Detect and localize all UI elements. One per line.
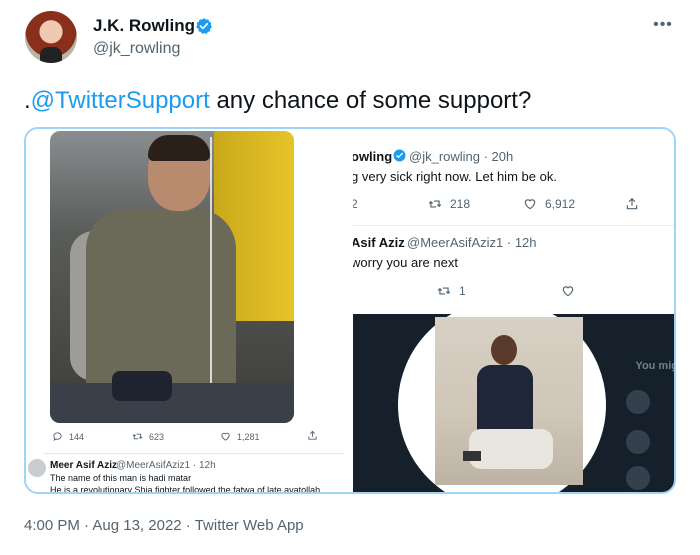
like-action: 1,281 bbox=[220, 431, 260, 442]
photo-hair bbox=[148, 135, 210, 161]
retweet-action: 218 bbox=[428, 197, 470, 211]
reply-text-line: He is a revolutionary Shia fighter follo… bbox=[50, 485, 321, 494]
sidebar-avatar bbox=[626, 430, 650, 454]
tweet-text: .@TwitterSupport any chance of some supp… bbox=[24, 86, 531, 116]
photo-jacket bbox=[477, 365, 533, 435]
profile-photo bbox=[435, 317, 583, 485]
reply-action: 144 bbox=[52, 431, 84, 442]
tweet-time[interactable]: 4:00 PM bbox=[24, 517, 80, 534]
tweet-body: any chance of some support? bbox=[209, 87, 532, 114]
mention-link[interactable]: @TwitterSupport bbox=[31, 87, 210, 114]
retweet-action: 623 bbox=[132, 431, 164, 442]
like-count: 6,912 bbox=[545, 197, 576, 211]
verified-badge-icon bbox=[393, 149, 406, 162]
tweet-source[interactable]: Twitter Web App bbox=[195, 517, 304, 534]
like-icon bbox=[562, 286, 574, 297]
photo-legs bbox=[469, 429, 553, 469]
reply-icon bbox=[53, 432, 62, 442]
embedded-action-bar: 1 bbox=[437, 284, 587, 300]
reply-author-name: Meer Asif Aziz bbox=[50, 460, 118, 471]
embedded-author-handle: @jk_rowling · 20h bbox=[409, 149, 514, 164]
reply-action: 2 bbox=[353, 197, 358, 211]
sidebar-avatar bbox=[626, 390, 650, 414]
retweet-count: 218 bbox=[450, 197, 471, 211]
embedded-tweet-text: g very sick right now. Let him be ok. bbox=[353, 169, 557, 184]
tweet-prefix: . bbox=[24, 87, 31, 114]
share-action bbox=[307, 430, 318, 443]
sidebar-avatar bbox=[626, 466, 650, 490]
share-icon bbox=[308, 430, 317, 440]
share-icon bbox=[626, 197, 638, 210]
photo-head bbox=[491, 335, 517, 365]
share-action bbox=[625, 197, 639, 211]
like-count: 1,281 bbox=[237, 431, 260, 442]
like-icon bbox=[221, 432, 230, 441]
avatar[interactable] bbox=[25, 11, 77, 63]
reply-text-line: The name of this man is hadi matar bbox=[50, 473, 192, 483]
more-options-icon[interactable]: ••• bbox=[652, 16, 674, 34]
reply-count: 144 bbox=[69, 431, 85, 442]
user-handle[interactable]: @jk_rowling bbox=[93, 40, 180, 58]
embedded-action-bar: 2 218 6,912 bbox=[353, 197, 653, 213]
embedded-photo bbox=[50, 131, 294, 423]
attached-media[interactable]: 144 623 1,281 Meer Asif Aziz @MeerAsifAz… bbox=[24, 127, 676, 494]
sidebar-label: You mig bbox=[635, 360, 676, 372]
verified-badge-icon bbox=[195, 18, 213, 35]
reply-count: 2 bbox=[353, 197, 358, 211]
divider bbox=[44, 453, 344, 454]
retweet-icon bbox=[437, 287, 451, 295]
retweet-count: 1 bbox=[459, 284, 466, 298]
retweet-icon bbox=[428, 200, 442, 208]
embedded-author-handle: @MeerAsifAziz1 · 12h bbox=[407, 235, 537, 250]
photo-floor bbox=[50, 383, 294, 423]
reply-avatar bbox=[28, 459, 46, 477]
embedded-action-bar: 144 623 1,281 bbox=[50, 430, 320, 447]
retweet-count: 623 bbox=[149, 431, 165, 442]
embedded-author-name: Asif Aziz bbox=[353, 235, 405, 250]
photo-wire bbox=[210, 137, 212, 387]
tweet-date[interactable]: Aug 13, 2022 bbox=[92, 517, 181, 534]
tweet-timestamp[interactable]: 4:00 PM · Aug 13, 2022 · Twitter Web App bbox=[24, 517, 304, 534]
tweet-header: J.K. Rowling @jk_rowling ••• bbox=[22, 8, 682, 68]
embedded-tweet-text: worry you are next bbox=[353, 255, 458, 270]
retweet-action: 1 bbox=[437, 284, 466, 298]
reply-author-handle: @MeerAsifAziz1 · 12h bbox=[116, 460, 216, 471]
media-image-left[interactable]: 144 623 1,281 Meer Asif Aziz @MeerAsifAz… bbox=[26, 129, 351, 494]
display-name[interactable]: J.K. Rowling bbox=[93, 16, 195, 36]
like-action bbox=[561, 284, 575, 298]
divider bbox=[353, 225, 674, 226]
like-icon bbox=[524, 199, 536, 210]
like-action: 6,912 bbox=[523, 197, 575, 211]
media-image-right[interactable]: owling @jk_rowling · 20h g very sick rig… bbox=[353, 129, 676, 492]
retweet-icon bbox=[132, 433, 143, 440]
photo-phone bbox=[463, 451, 481, 461]
embedded-author-name: owling bbox=[353, 149, 393, 164]
photo-object bbox=[112, 371, 172, 401]
